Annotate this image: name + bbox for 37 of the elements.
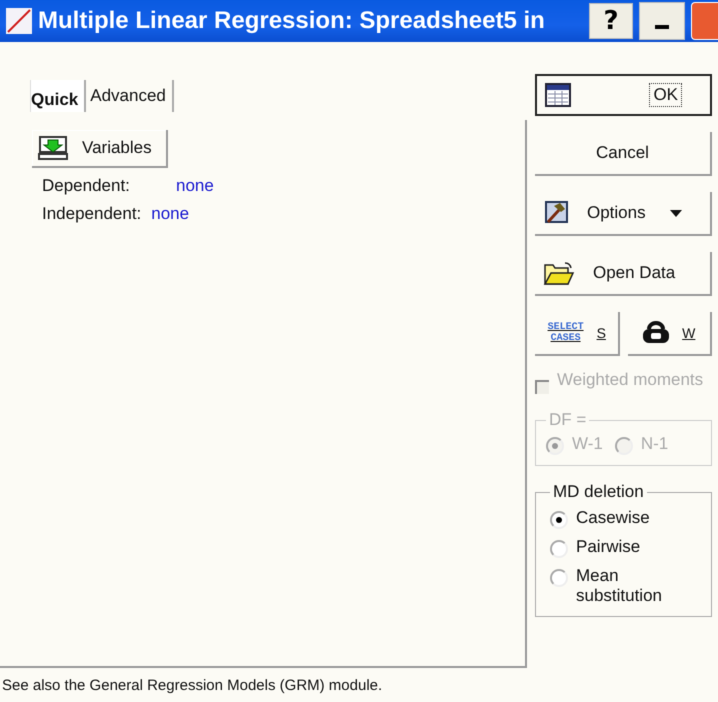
ok-button[interactable]: OK (535, 74, 712, 116)
radio-button[interactable] (550, 511, 568, 529)
window-title: Multiple Linear Regression: Spreadsheet5 in (38, 7, 546, 35)
cancel-button[interactable]: Cancel (535, 132, 712, 176)
folder-icon (543, 260, 575, 286)
close-button[interactable] (691, 2, 718, 40)
select-cases-icon: SELECT CASES (546, 322, 585, 344)
options-button[interactable]: Options (535, 192, 712, 236)
weight-icon (642, 321, 670, 345)
minimize-icon (655, 25, 669, 29)
radio-label: N-1 (640, 434, 668, 454)
radio-label: Mean substitution (576, 566, 663, 606)
field-value: none (176, 176, 214, 196)
radio-button[interactable] (550, 569, 568, 587)
weight-button[interactable]: W (628, 312, 712, 356)
field-value: none (151, 204, 190, 224)
tab[interactable]: Quick (30, 80, 86, 112)
group-title: MD deletion (552, 482, 645, 502)
minimize-button[interactable] (639, 2, 685, 40)
select-cases-button[interactable]: SELECT CASES S (535, 312, 620, 356)
help-button[interactable]: ? (589, 3, 633, 39)
table-icon (545, 83, 571, 107)
radio-label: W-1 (572, 434, 603, 454)
tab[interactable]: Advanced (90, 80, 174, 112)
radio-button[interactable] (550, 540, 568, 558)
field-label: Dependent: (42, 176, 131, 196)
field-label: Independent: (42, 204, 142, 224)
footer-note: See also the General Regression Models (GRM) module. (2, 676, 382, 694)
group-title: DF = (548, 410, 588, 430)
app-icon (6, 8, 32, 34)
variables-button[interactable]: Variables (32, 130, 168, 168)
open-data-button[interactable]: Open Data (535, 252, 712, 296)
checkbox-label: Weighted moments (557, 370, 704, 391)
radio-label: Casewise (576, 508, 650, 528)
hammer-icon (543, 200, 569, 226)
variables-icon (38, 136, 68, 160)
radio-label: Pairwise (576, 537, 640, 557)
